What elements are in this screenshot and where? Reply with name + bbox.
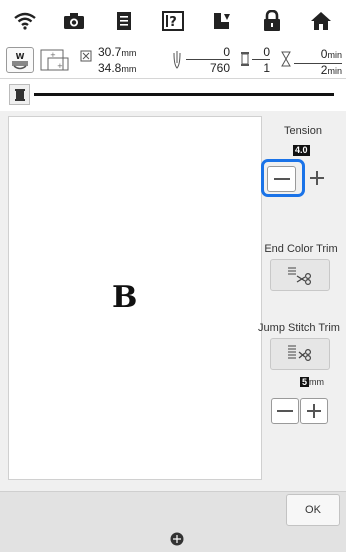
camera-icon[interactable]: [60, 7, 88, 35]
top-toolbar: ?: [0, 0, 346, 43]
jump-trim-icon: [288, 345, 312, 362]
hourglass-icon: [281, 51, 291, 72]
svg-text:+: +: [57, 62, 63, 70]
tension-value: 4.0: [293, 145, 310, 156]
pattern-letter: B: [112, 280, 138, 315]
size-icon: [80, 49, 92, 67]
end-color-trim-button[interactable]: [270, 259, 330, 291]
jump-length-decrease-button[interactable]: [271, 398, 299, 424]
ok-button[interactable]: OK: [286, 494, 340, 526]
jump-length-readout: 5 mm: [300, 377, 325, 387]
end-color-trim-label: End Color Trim: [264, 243, 338, 255]
thread-color-button[interactable]: [9, 84, 30, 105]
stitch-current: 0: [186, 45, 230, 60]
height-value: 34.8mm: [98, 61, 137, 75]
svg-text:W: W: [16, 52, 25, 61]
needle-icon: [172, 51, 182, 74]
sewing-home-icon[interactable]: [170, 532, 184, 551]
frame-size-icon: + +: [40, 48, 70, 72]
document-icon[interactable]: [110, 7, 138, 35]
color-current: 0: [252, 45, 270, 60]
jump-stitch-trim-button[interactable]: [270, 338, 330, 370]
jump-length-increase-button[interactable]: [300, 398, 328, 424]
time-total: 2min: [320, 63, 342, 77]
tension-label: Tension: [284, 125, 322, 137]
thread-guide-icon[interactable]: [208, 7, 236, 35]
color-total: 1: [263, 61, 270, 75]
wifi-icon[interactable]: [11, 7, 39, 35]
help-icon[interactable]: ?: [159, 7, 187, 35]
tension-decrease-button[interactable]: [267, 166, 296, 192]
svg-text:+: +: [50, 51, 56, 59]
stitch-total: 760: [209, 61, 230, 75]
tension-increase-button[interactable]: [308, 166, 326, 190]
thread-color-bar: [34, 93, 334, 96]
lock-icon[interactable]: [258, 7, 286, 35]
width-value: 30.7mm: [98, 45, 137, 59]
presser-foot-w-button[interactable]: W: [6, 47, 34, 73]
jump-stitch-trim-label: Jump Stitch Trim: [258, 322, 340, 334]
thread-trim-icon: [288, 267, 312, 285]
thread-spool-icon: [240, 51, 250, 72]
home-button-icon[interactable]: [307, 7, 335, 35]
svg-text:?: ?: [169, 15, 177, 30]
embroidery-info-bar: W + + 30.7mm 34.8mm 0 760 0 1 0min 2min: [0, 42, 346, 79]
